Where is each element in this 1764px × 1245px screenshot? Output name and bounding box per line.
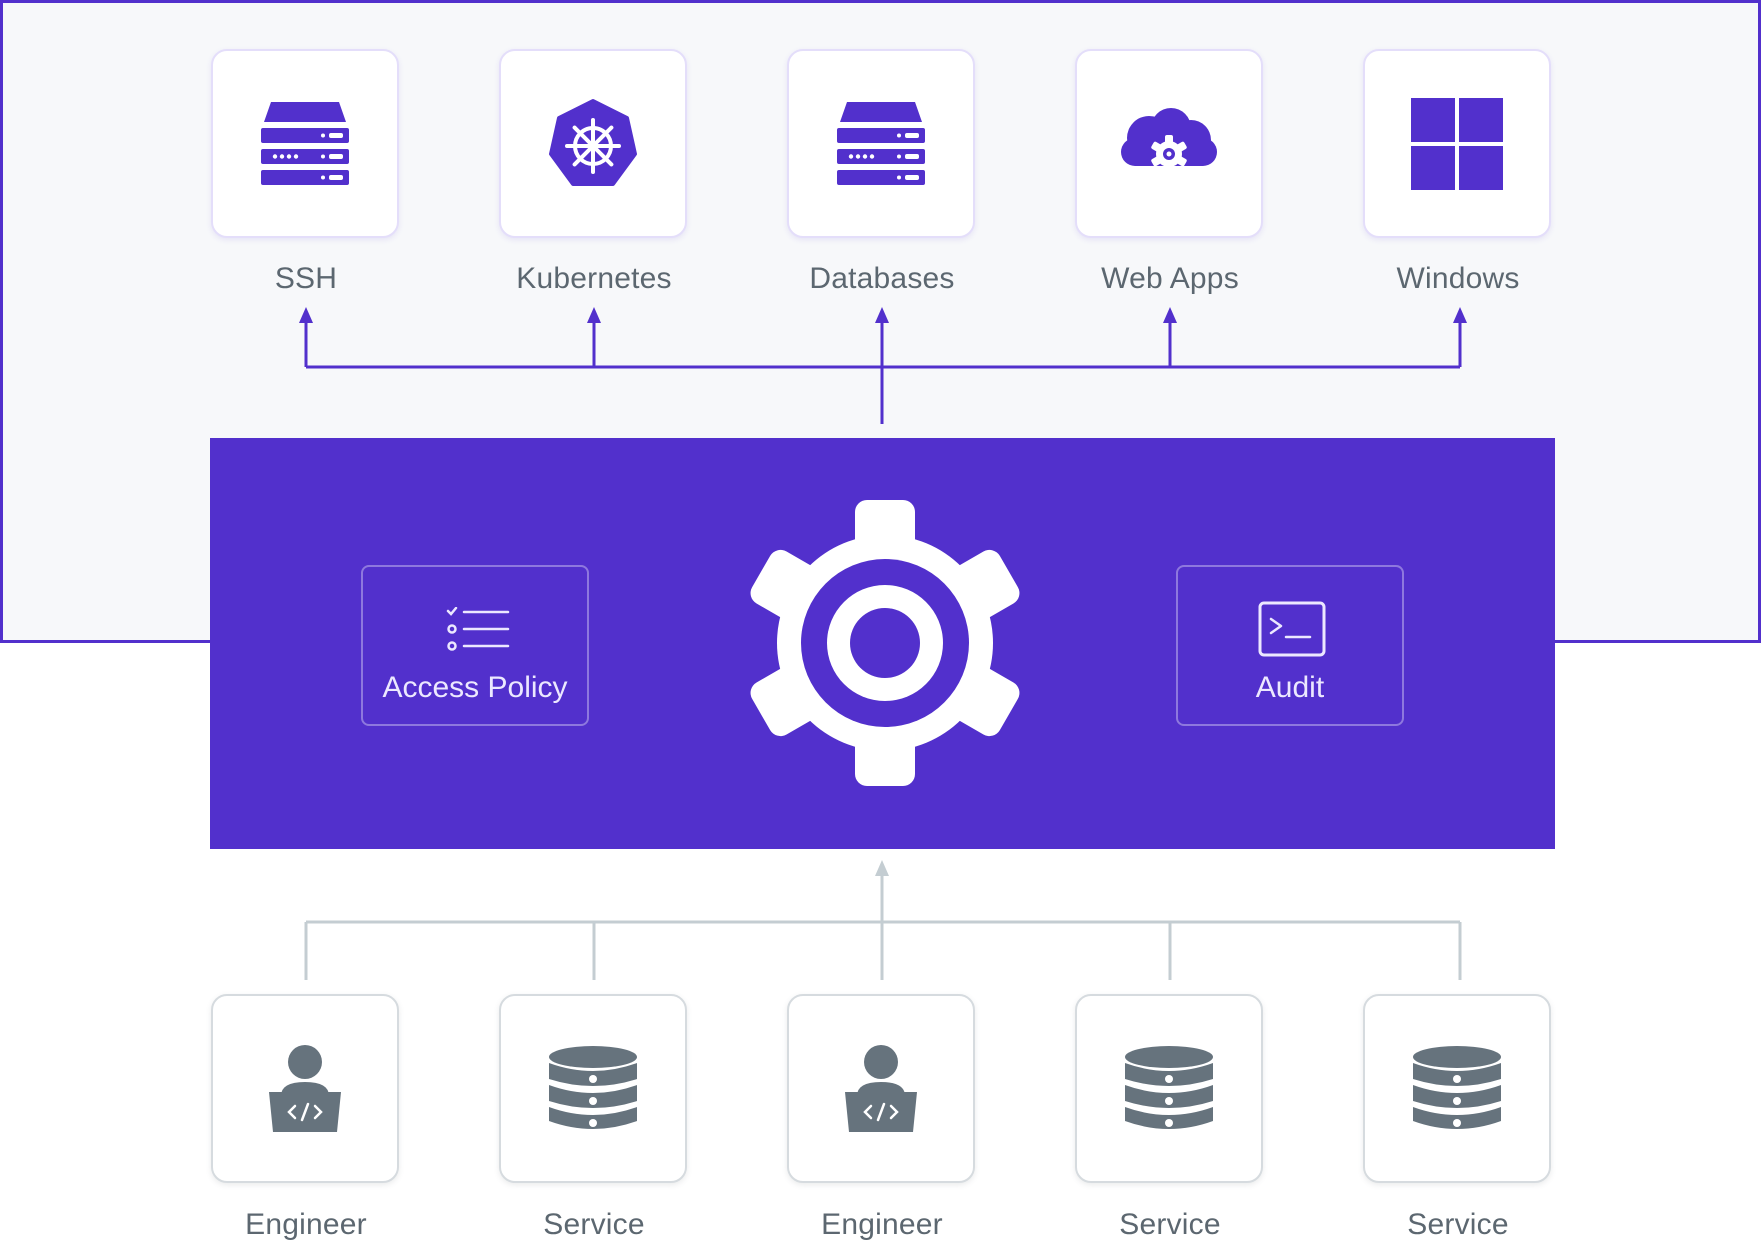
engineer-laptop-icon <box>845 1044 917 1132</box>
upper-connectors <box>304 318 1462 424</box>
target-card-windows <box>1363 49 1551 238</box>
lower-arrowhead <box>875 860 889 876</box>
access-plane: Access Policy Audit <box>210 438 1555 849</box>
checklist-icon <box>446 607 510 651</box>
access-policy-box: Access Policy <box>361 565 589 726</box>
gear-icon <box>750 500 1020 786</box>
target-card-kubernetes <box>499 49 687 238</box>
windows-icon <box>1411 97 1503 190</box>
client-card-service <box>499 994 687 1183</box>
kubernetes-icon <box>549 98 637 186</box>
access-policy-label: Access Policy <box>382 671 568 704</box>
target-label: SSH <box>274 262 338 295</box>
audit-box: Audit <box>1176 565 1404 726</box>
client-label: Service <box>543 1208 645 1241</box>
target-label: Windows <box>1396 262 1520 295</box>
target-label: Web Apps <box>1101 262 1239 295</box>
upper-arrowheads <box>299 307 1467 323</box>
database-icon <box>1125 1045 1213 1129</box>
client-label: Service <box>1407 1208 1509 1241</box>
client-label: Service <box>1119 1208 1221 1241</box>
engineer-laptop-icon <box>269 1044 341 1132</box>
client-card-service <box>1363 994 1551 1183</box>
lower-connectors <box>304 870 1462 980</box>
client-label: Engineer <box>245 1208 367 1241</box>
client-card-engineer <box>787 994 975 1183</box>
server-rack-icon <box>837 101 925 185</box>
database-icon <box>1413 1045 1501 1129</box>
client-card-service <box>1075 994 1263 1183</box>
client-card-engineer <box>211 994 399 1183</box>
target-card-web-apps <box>1075 49 1263 238</box>
server-rack-icon <box>261 101 349 185</box>
terminal-icon <box>1258 601 1326 657</box>
database-icon <box>549 1045 637 1129</box>
target-card-ssh <box>211 49 399 238</box>
audit-label: Audit <box>1255 671 1325 704</box>
target-label: Kubernetes <box>516 262 672 295</box>
client-label: Engineer <box>821 1208 943 1241</box>
cloud-gear-icon <box>1121 107 1217 173</box>
target-label: Databases <box>809 262 955 295</box>
target-card-databases <box>787 49 975 238</box>
